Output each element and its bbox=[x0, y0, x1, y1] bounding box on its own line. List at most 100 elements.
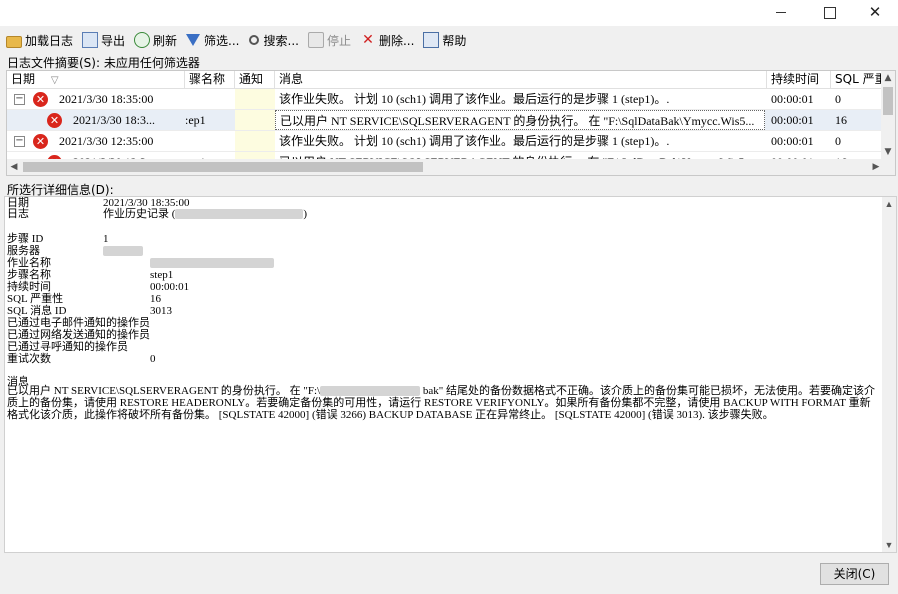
scroll-thumb[interactable] bbox=[883, 87, 893, 115]
detail-server-label: 服务器 bbox=[7, 245, 40, 257]
detail-email-operators-label: 已通过电子邮件通知的操作员 bbox=[7, 317, 150, 329]
detail-severity-value: 16 bbox=[150, 293, 161, 305]
column-date-label: 日期 bbox=[11, 72, 36, 86]
detail-log-label: 日志 bbox=[7, 208, 29, 220]
refresh-icon bbox=[134, 32, 151, 48]
row-notify bbox=[235, 89, 275, 109]
close-window-button[interactable]: ✕ bbox=[852, 0, 898, 26]
detail-step-name-value: step1 bbox=[150, 269, 174, 281]
search-label: 搜索... bbox=[263, 33, 299, 48]
folder-open-icon bbox=[6, 35, 22, 48]
detail-message-text: 已以用户 NT SERVICE\SQLSERVERAGENT 的身份执行。 在 … bbox=[7, 385, 881, 422]
column-header-duration[interactable]: 持续时间 bbox=[767, 71, 831, 89]
table-row[interactable]: − ✕ 2021/3/30 12:35:00 该作业失败。 计划 10 (sch… bbox=[7, 131, 883, 152]
detail-net-operators-label: 已通过网络发送通知的操作员 bbox=[7, 329, 150, 341]
row-duration: 00:00:01 bbox=[771, 113, 814, 127]
search-button[interactable]: 搜索... bbox=[248, 29, 299, 51]
refresh-button[interactable]: 刷新 bbox=[134, 29, 177, 51]
scroll-down-icon[interactable]: ▼ bbox=[882, 538, 896, 552]
row-date: 2021/3/30 12:35:00 bbox=[59, 134, 154, 148]
grid-vertical-scrollbar[interactable]: ▲ ▼ bbox=[881, 71, 895, 159]
detail-retry-label: 重试次数 bbox=[7, 353, 51, 365]
detail-retry-value: 0 bbox=[150, 353, 156, 365]
row-severity: 16 bbox=[835, 113, 847, 127]
detail-job-name-label: 作业名称 bbox=[7, 257, 51, 269]
delete-icon: ✕ bbox=[362, 32, 374, 48]
scroll-up-icon[interactable]: ▲ bbox=[881, 71, 895, 85]
delete-label: 删除... bbox=[378, 33, 415, 48]
stop-label: 停止 bbox=[326, 33, 351, 48]
grid-header: 日期 ▽ 骤名称 通知 消息 持续时间 SQL 严重 bbox=[7, 71, 883, 89]
row-message: 该作业失败。 计划 10 (sch1) 调用了该作业。最后运行的是步骤 1 (s… bbox=[279, 134, 670, 148]
filter-icon bbox=[186, 34, 201, 46]
log-value-suffix: ) bbox=[303, 208, 308, 220]
table-row[interactable]: − ✕ 2021/3/30 18:35:00 该作业失败。 计划 10 (sch… bbox=[7, 89, 883, 110]
scroll-left-icon[interactable]: ◀ bbox=[7, 159, 21, 175]
log-summary-label: 日志文件摘要(S): 未应用任何筛选器 bbox=[7, 56, 200, 70]
collapse-icon[interactable]: − bbox=[14, 136, 25, 147]
export-label: 导出 bbox=[101, 33, 126, 48]
help-button[interactable]: 帮助 bbox=[423, 29, 466, 51]
filter-button[interactable]: 筛选... bbox=[186, 29, 240, 51]
help-label: 帮助 bbox=[442, 33, 467, 48]
row-duration: 00:00:01 bbox=[771, 134, 814, 148]
detail-duration-label: 持续时间 bbox=[7, 281, 51, 293]
redacted-block bbox=[175, 209, 304, 220]
column-header-notify[interactable]: 通知 bbox=[235, 71, 275, 89]
table-row[interactable]: ✕ 2021/3/30 18:3... :ep1 已以用户 NT SERVICE… bbox=[7, 110, 883, 131]
column-header-date[interactable]: 日期 ▽ bbox=[7, 71, 185, 89]
row-duration: 00:00:01 bbox=[771, 92, 814, 106]
column-header-step-name[interactable]: 骤名称 bbox=[185, 71, 235, 89]
row-notify bbox=[235, 131, 275, 151]
close-button[interactable]: 关闭(C) bbox=[820, 563, 889, 585]
detail-msgid-value: 3013 bbox=[150, 305, 172, 317]
scroll-right-icon[interactable]: ▶ bbox=[869, 159, 883, 175]
sort-icon: ▽ bbox=[50, 75, 59, 86]
detail-log-value: 作业历史记录 () bbox=[103, 208, 308, 221]
log-value-prefix: 作业历史记录 ( bbox=[103, 208, 176, 220]
load-log-button[interactable]: 加载日志 bbox=[6, 29, 73, 51]
row-date: 2021/3/30 18:3... bbox=[73, 113, 156, 127]
scroll-thumb[interactable] bbox=[23, 162, 423, 172]
row-severity: 0 bbox=[835, 92, 841, 106]
stop-button[interactable]: 停止 bbox=[307, 29, 351, 51]
detail-step-name-label: 步骤名称 bbox=[7, 269, 51, 281]
detail-step-id-label: 步骤 ID bbox=[7, 233, 44, 245]
error-icon: ✕ bbox=[33, 134, 48, 149]
redacted-block bbox=[103, 246, 143, 257]
detail-server-value bbox=[103, 246, 143, 258]
row-date: 2021/3/30 18:35:00 bbox=[59, 92, 154, 106]
detail-msgid-label: SQL 消息 ID bbox=[7, 305, 67, 317]
filter-label: 筛选... bbox=[204, 33, 240, 48]
search-icon bbox=[248, 35, 259, 45]
collapse-icon[interactable]: − bbox=[14, 94, 25, 105]
row-step-name: :ep1 bbox=[185, 113, 206, 127]
minimize-button[interactable] bbox=[758, 0, 804, 26]
column-header-message[interactable]: 消息 bbox=[275, 71, 767, 89]
title-bar: ✕ bbox=[0, 0, 898, 26]
scroll-down-icon[interactable]: ▼ bbox=[881, 145, 895, 159]
toolbar: 加载日志 导出 刷新 筛选... 搜索... 停止 ✕ 删除... 帮助 bbox=[0, 28, 898, 52]
scroll-up-icon[interactable]: ▲ bbox=[882, 197, 896, 211]
load-log-label: 加载日志 bbox=[25, 33, 74, 48]
error-icon: ✕ bbox=[33, 92, 48, 107]
redacted-block bbox=[150, 258, 274, 269]
export-button[interactable]: 导出 bbox=[82, 29, 125, 51]
stop-icon bbox=[307, 32, 324, 48]
column-header-sql-severity[interactable]: SQL 严重 bbox=[831, 71, 883, 89]
row-step-name bbox=[185, 89, 235, 109]
detail-vertical-scrollbar[interactable]: ▲ ▼ bbox=[882, 197, 896, 552]
detail-severity-label: SQL 严重性 bbox=[7, 293, 64, 305]
message-prefix: 已以用户 NT SERVICE\SQLSERVERAGENT 的身份执行。 在 … bbox=[7, 385, 321, 397]
log-grid: 日期 ▽ 骤名称 通知 消息 持续时间 SQL 严重 − ✕ 2021/3/30… bbox=[6, 70, 896, 176]
detail-pane[interactable]: 日期 2021/3/30 18:35:00 日志 作业历史记录 () 步骤 ID… bbox=[4, 196, 897, 553]
help-icon bbox=[423, 32, 440, 48]
row-severity: 0 bbox=[835, 134, 841, 148]
detail-job-name-value bbox=[150, 258, 274, 270]
maximize-button[interactable] bbox=[806, 0, 852, 26]
delete-button[interactable]: ✕ 删除... bbox=[360, 29, 414, 51]
export-icon bbox=[82, 32, 99, 48]
row-message: 已以用户 NT SERVICE\SQLSERVERAGENT 的身份执行。 在 … bbox=[275, 110, 765, 130]
detail-pager-operators-label: 已通过寻呼通知的操作员 bbox=[7, 341, 128, 353]
grid-horizontal-scrollbar[interactable]: ◀ ▶ bbox=[7, 159, 895, 175]
